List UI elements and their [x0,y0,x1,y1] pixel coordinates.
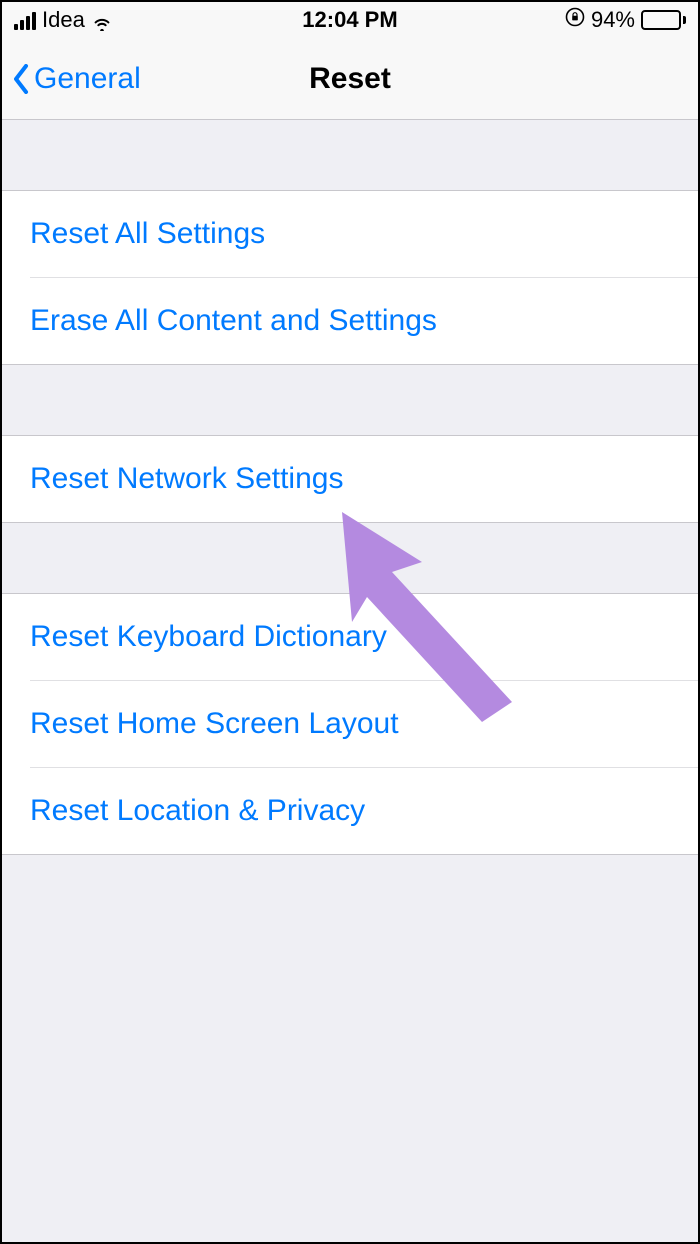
section-gap [2,523,698,593]
status-time: 12:04 PM [302,7,397,33]
reset-all-settings-item[interactable]: Reset All Settings [2,191,698,277]
reset-location-privacy-item[interactable]: Reset Location & Privacy [30,767,698,854]
carrier-label: Idea [42,7,85,33]
page-title: Reset [309,62,391,96]
battery-percent: 94% [591,7,635,33]
section-gap [2,365,698,435]
wifi-icon [91,11,113,29]
list-group-2: Reset Network Settings [2,435,698,523]
status-right: 94% [565,7,686,33]
reset-keyboard-dictionary-item[interactable]: Reset Keyboard Dictionary [2,594,698,680]
orientation-lock-icon [565,7,585,33]
reset-home-screen-layout-item[interactable]: Reset Home Screen Layout [30,680,698,767]
chevron-left-icon [12,64,30,94]
list-group-3: Reset Keyboard Dictionary Reset Home Scr… [2,593,698,855]
list-group-1: Reset All Settings Erase All Content and… [2,190,698,365]
nav-header: General Reset [2,38,698,120]
back-label: General [34,62,141,96]
section-gap [2,120,698,190]
back-button[interactable]: General [2,62,141,96]
status-left: Idea [14,7,113,33]
signal-bars-icon [14,10,36,30]
reset-network-settings-item[interactable]: Reset Network Settings [2,436,698,522]
battery-icon [641,10,686,30]
erase-all-content-item[interactable]: Erase All Content and Settings [30,277,698,364]
status-bar: Idea 12:04 PM 94% [2,2,698,38]
